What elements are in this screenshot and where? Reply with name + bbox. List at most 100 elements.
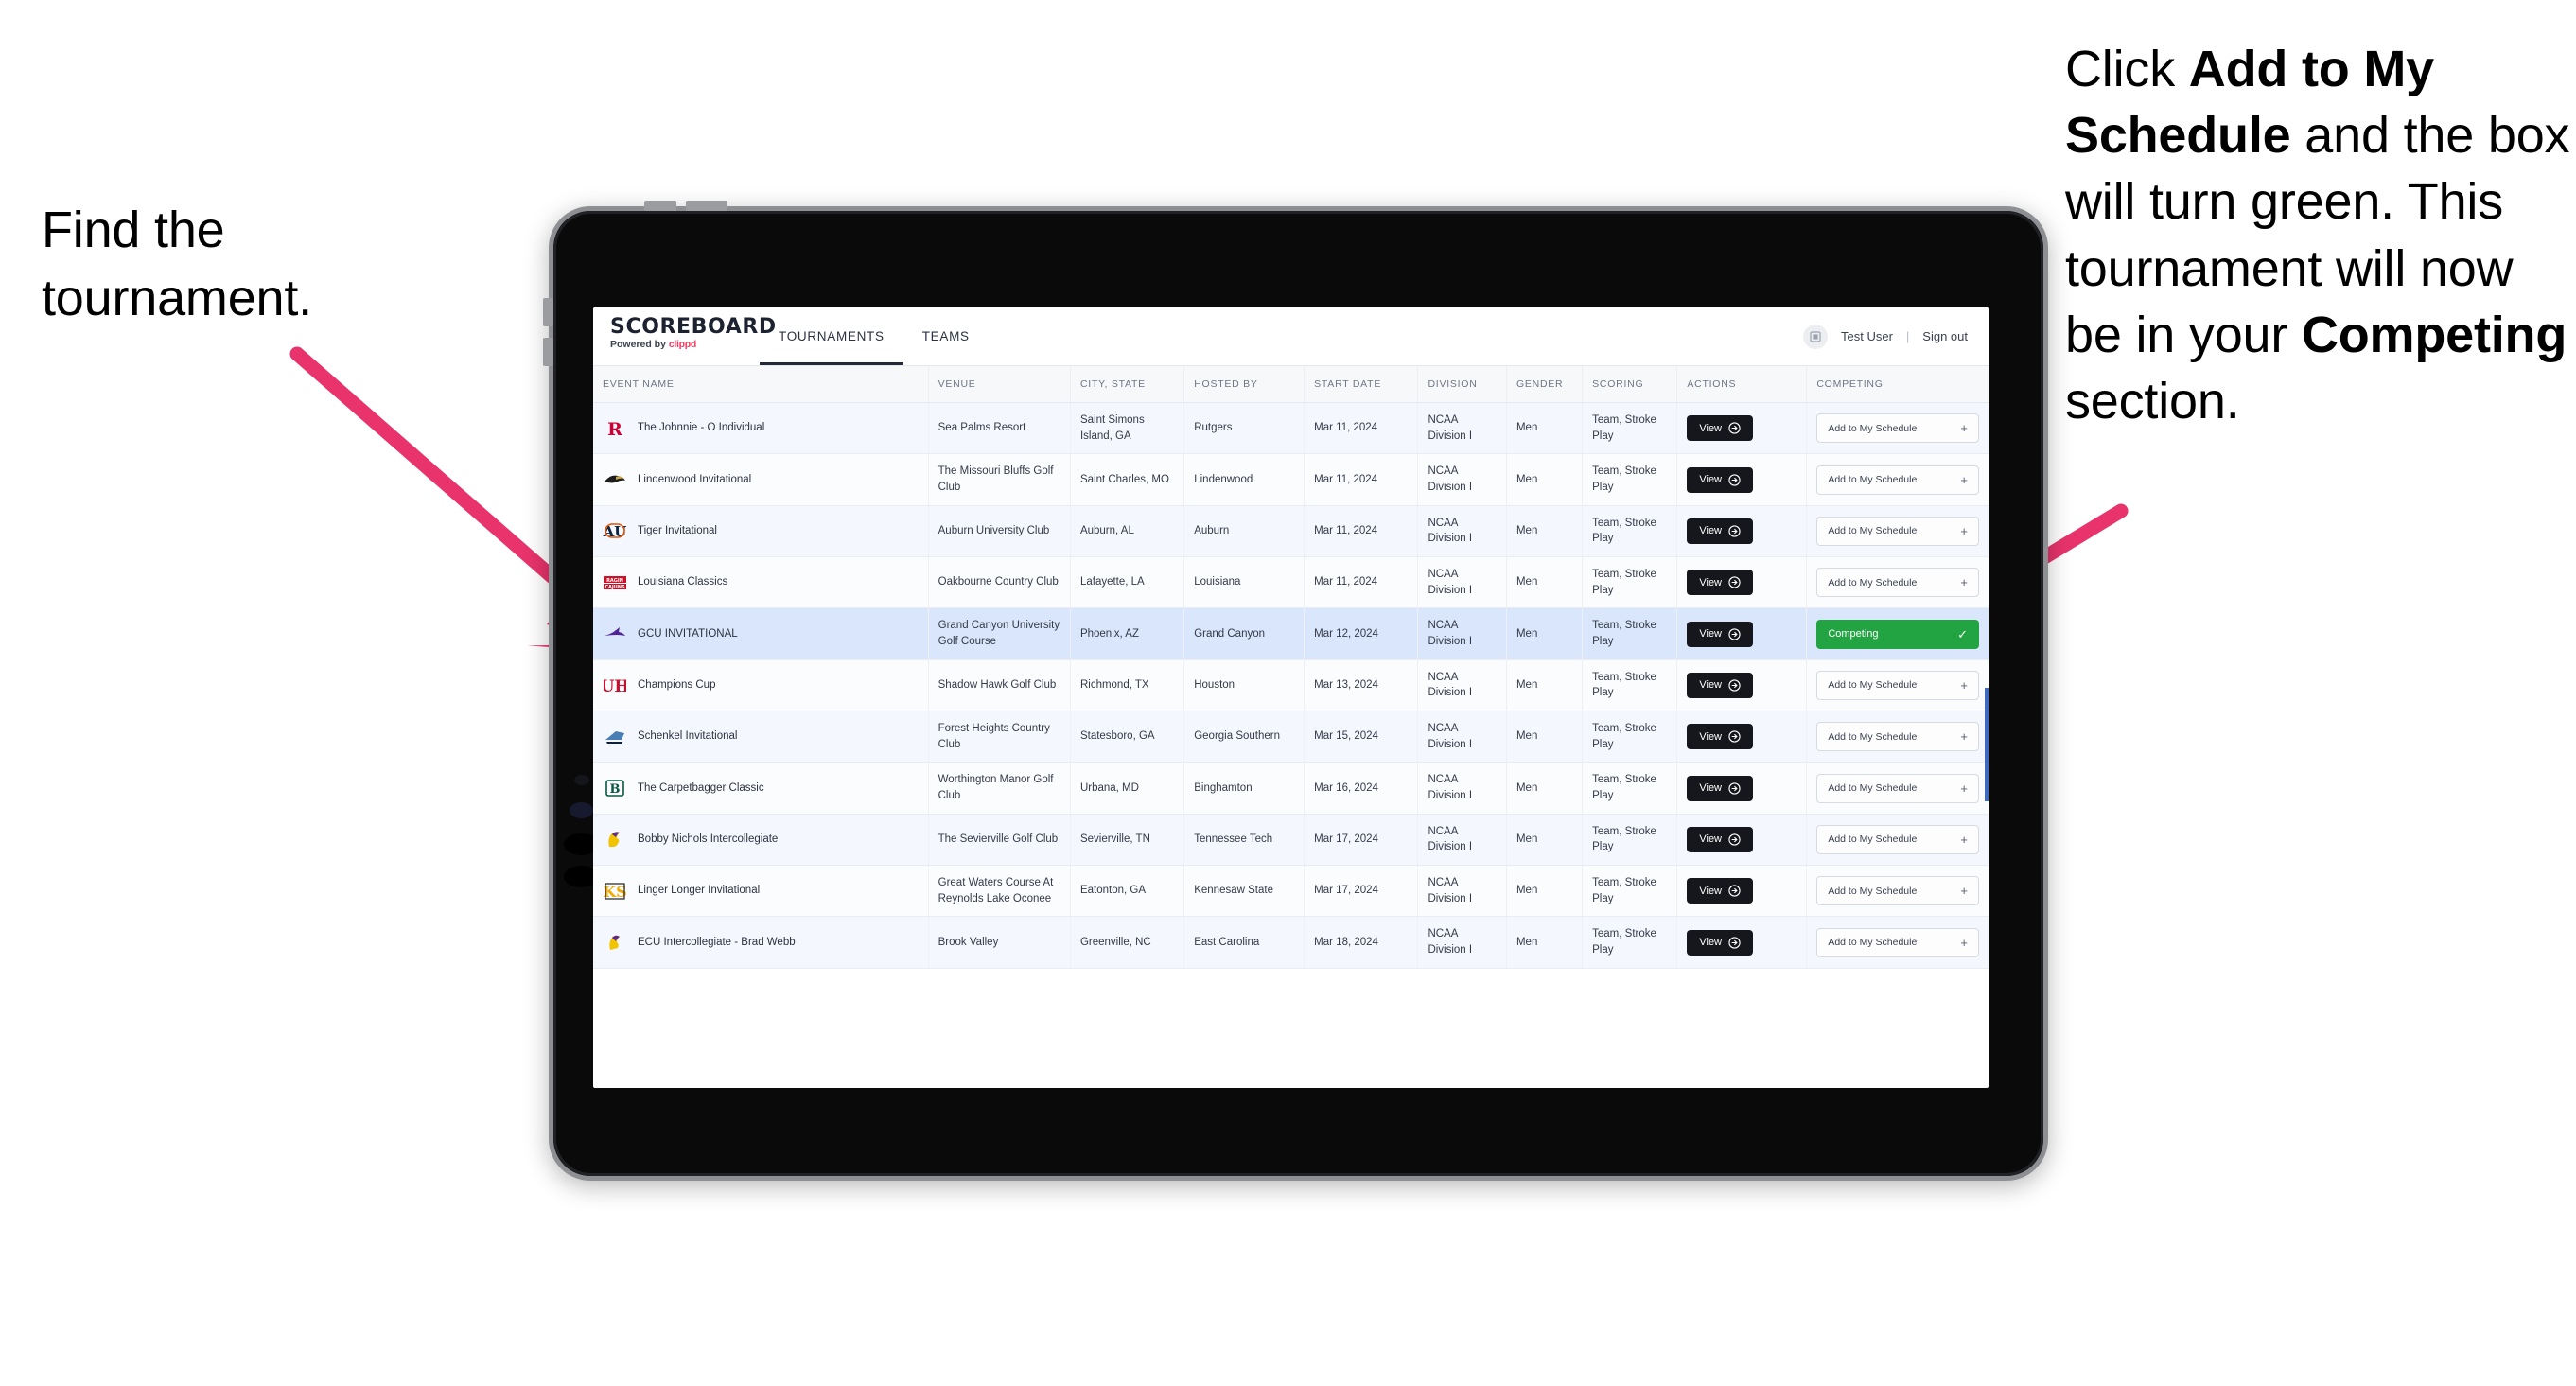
competing-button[interactable]: Competing ✓ [1816, 619, 1979, 649]
add-to-my-schedule-button[interactable]: Add to My Schedule + [1816, 876, 1979, 906]
arrow-right-circle-icon [1728, 525, 1741, 537]
screenshot-root: Find the tournament. Click Add to My Sch… [0, 0, 2576, 1386]
event-name-label: Bobby Nichols Intercollegiate [638, 833, 779, 846]
view-button[interactable]: View [1687, 466, 1754, 493]
cell-start-date: Mar 15, 2024 [1304, 711, 1419, 763]
add-to-my-schedule-button[interactable]: Add to My Schedule + [1816, 413, 1979, 444]
view-button[interactable]: View [1687, 570, 1754, 596]
device-top-button-b[interactable] [686, 201, 727, 211]
cell-actions: View [1676, 814, 1808, 867]
georgia-southern-logo [603, 726, 627, 748]
table-row[interactable]: RAGIN CAJUNS Louisiana Classics Oakbourne C… [593, 556, 1989, 609]
table-row[interactable]: UH Champions Cup Shadow Hawk Golf Club Rich… [593, 659, 1989, 712]
table-row[interactable]: Lindenwood Invitational The Missouri Bluf… [593, 453, 1989, 506]
column-header-start-date[interactable]: START DATE [1304, 366, 1419, 403]
cell-start-date: Mar 11, 2024 [1304, 453, 1419, 506]
cell-venue: Great Waters Course At Reynolds Lake Oco… [928, 865, 1071, 918]
column-header-competing[interactable]: COMPETING [1806, 366, 1989, 403]
add-to-my-schedule-button[interactable]: Add to My Schedule + [1816, 927, 1979, 957]
add-to-my-schedule-label: Add to My Schedule [1828, 833, 1918, 846]
kennesaw-state-logo: KS [603, 880, 627, 903]
plus-icon: + [1960, 935, 1968, 950]
plus-icon: + [1960, 421, 1968, 436]
view-button[interactable]: View [1687, 826, 1754, 852]
view-button[interactable]: View [1687, 518, 1754, 544]
device-volume-down-button[interactable] [543, 338, 553, 366]
view-button[interactable]: View [1687, 415, 1754, 442]
cell-start-date: Mar 16, 2024 [1304, 762, 1419, 815]
add-to-my-schedule-button[interactable]: Add to My Schedule + [1816, 670, 1979, 700]
cell-actions: View [1676, 916, 1808, 969]
column-header-venue[interactable]: VENUE [928, 366, 1071, 403]
scrollbar-thumb[interactable] [1985, 688, 1989, 801]
arrow-right-circle-icon [1728, 781, 1741, 795]
cell-venue: Shadow Hawk Golf Club [928, 659, 1071, 712]
user-avatar-icon[interactable] [1803, 324, 1828, 349]
add-to-my-schedule-label: Add to My Schedule [1828, 885, 1918, 897]
louisiana-logo: RAGIN CAJUNS [603, 571, 627, 594]
cell-event-name: Schenkel Invitational [593, 711, 929, 763]
add-to-my-schedule-button[interactable]: Add to My Schedule + [1816, 722, 1979, 752]
tab-teams[interactable]: TEAMS [903, 307, 989, 365]
view-button[interactable]: View [1687, 878, 1754, 904]
column-header-hosted-by[interactable]: HOSTED BY [1183, 366, 1306, 403]
view-button[interactable]: View [1687, 775, 1754, 801]
device-volume-up-button[interactable] [543, 298, 553, 326]
cell-gender: Men [1506, 402, 1584, 455]
brand-logo[interactable]: SCOREBOARD Powered by clippd [593, 307, 776, 365]
device-top-button-a[interactable] [644, 201, 676, 211]
tournaments-table-container[interactable]: EVENT NAME VENUE CITY, STATE HOSTED BY START… [593, 366, 1989, 1088]
cell-venue: Oakbourne Country Club [928, 556, 1071, 609]
view-button-label: View [1699, 782, 1723, 795]
cell-gender: Men [1506, 453, 1584, 506]
annotation-add-to-schedule: Click Add to My Schedule and the box wil… [2065, 36, 2576, 434]
table-row[interactable]: B The Carpetbagger Classic Worthington Man… [593, 762, 1989, 815]
cell-venue: Sea Palms Resort [928, 402, 1071, 455]
cell-competing: Add to My Schedule + [1806, 402, 1989, 455]
cell-city-state: Saint Charles, MO [1070, 453, 1185, 506]
cell-gender: Men [1506, 814, 1584, 867]
user-name-label: Test User [1841, 329, 1893, 343]
sign-out-link[interactable]: Sign out [1922, 329, 1968, 343]
cell-city-state: Saint Simons Island, GA [1070, 402, 1185, 455]
cell-scoring: Team, Stroke Play [1582, 607, 1678, 660]
cell-competing: Competing ✓ [1806, 607, 1989, 660]
table-row[interactable]: Bobby Nichols Intercollegiate The Sevierv… [593, 814, 1989, 867]
column-header-division[interactable]: DIVISION [1417, 366, 1507, 403]
arrow-right-circle-icon [1728, 885, 1741, 897]
cell-actions: View [1676, 711, 1808, 763]
column-header-actions[interactable]: ACTIONS [1676, 366, 1808, 403]
table-row[interactable]: GCU INVITATIONAL Grand Canyon University … [593, 607, 1989, 660]
table-row[interactable]: R The Johnnie - O Individual Sea Palms Res… [593, 402, 1989, 455]
add-to-my-schedule-button[interactable]: Add to My Schedule + [1816, 824, 1979, 854]
add-to-my-schedule-button[interactable]: Add to My Schedule + [1816, 516, 1979, 546]
cell-hosted-by: Houston [1183, 659, 1306, 712]
cell-venue: The Sevierville Golf Club [928, 814, 1071, 867]
add-to-my-schedule-button[interactable]: Add to My Schedule + [1816, 773, 1979, 803]
table-row[interactable]: ECU Intercollegiate - Brad Webb Brook Val… [593, 916, 1989, 969]
plus-icon: + [1960, 523, 1968, 538]
event-name-label: Champions Cup [638, 679, 716, 692]
main-nav: TOURNAMENTS TEAMS [760, 307, 989, 365]
add-to-my-schedule-button[interactable]: Add to My Schedule + [1816, 465, 1979, 495]
column-header-event-name[interactable]: EVENT NAME [593, 366, 929, 403]
cell-hosted-by: Binghamton [1183, 762, 1306, 815]
add-to-my-schedule-button[interactable]: Add to My Schedule + [1816, 568, 1979, 598]
cell-scoring: Team, Stroke Play [1582, 865, 1678, 918]
cell-venue: Worthington Manor Golf Club [928, 762, 1071, 815]
table-row[interactable]: Schenkel Invitational Forest Heights Coun… [593, 711, 1989, 763]
table-row[interactable]: KS Linger Longer Invitational Great Waters… [593, 865, 1989, 918]
view-button[interactable]: View [1687, 672, 1754, 698]
view-button[interactable]: View [1687, 929, 1754, 956]
column-header-city-state[interactable]: CITY, STATE [1070, 366, 1185, 403]
view-button[interactable]: View [1687, 621, 1754, 647]
tab-tournaments[interactable]: TOURNAMENTS [760, 307, 903, 365]
column-header-scoring[interactable]: SCORING [1582, 366, 1678, 403]
view-button-label: View [1699, 885, 1723, 897]
view-button[interactable]: View [1687, 724, 1754, 750]
column-header-gender[interactable]: GENDER [1506, 366, 1584, 403]
table-row[interactable]: AU Tiger Invitational Auburn University Cl… [593, 505, 1989, 558]
avatar-glyph-icon [1810, 330, 1821, 342]
cell-venue: Grand Canyon University Golf Course [928, 607, 1071, 660]
device-sensor-icon [574, 775, 589, 785]
